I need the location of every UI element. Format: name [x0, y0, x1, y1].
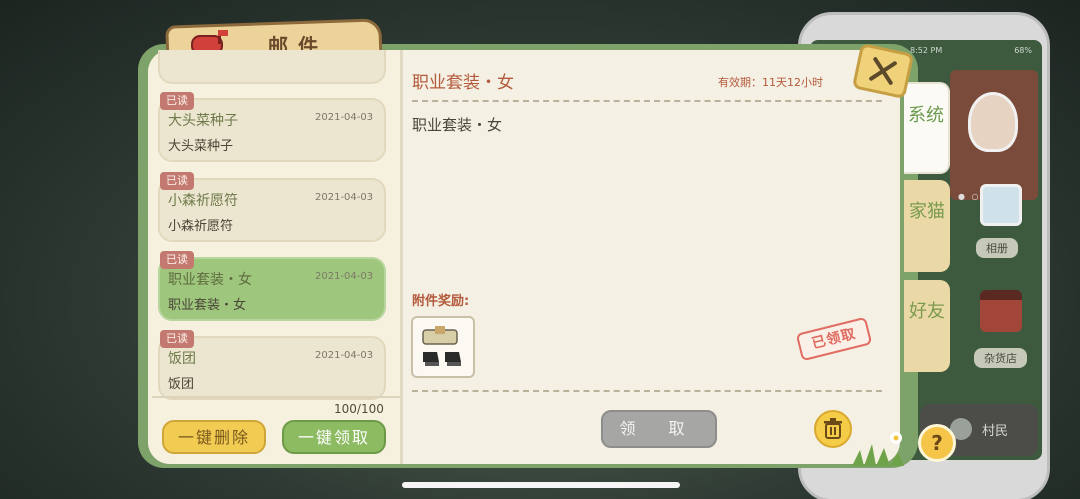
dashed-divider: [412, 390, 882, 392]
tab-friend[interactable]: 好友: [904, 280, 950, 372]
mail-item-selected[interactable]: 已读 职业套装・女 2021-04-03 职业套装・女: [158, 251, 386, 321]
read-badge: 已读: [160, 330, 194, 348]
tab-system[interactable]: 系统: [904, 82, 950, 174]
mail-item-body: 职业套装・女: [168, 298, 247, 313]
grass-flower-decoration: [852, 432, 904, 466]
trash-button[interactable]: [814, 410, 852, 448]
mail-item-body: 小森祈愿符: [168, 219, 234, 234]
mail-validity: 有效期：11天12小时: [718, 76, 823, 89]
claim-all-button[interactable]: 一键领取: [282, 420, 386, 454]
mail-item[interactable]: 已读 大头菜种子 2021-04-03 大头菜种子: [158, 92, 386, 162]
mail-heading: 职业套装・女: [412, 73, 514, 93]
trash-icon: [824, 418, 842, 439]
store-label: 杂货店: [974, 348, 1027, 368]
album-icon: [980, 184, 1022, 226]
phone-battery: 68%: [1014, 46, 1032, 55]
mail-item-title: 饭团: [168, 351, 196, 367]
list-divider: [152, 396, 400, 398]
dashed-divider: [412, 100, 882, 102]
close-icon: [869, 57, 897, 85]
tab-cat[interactable]: 家猫: [904, 180, 950, 272]
mail-item[interactable]: 已读 小森祈愿符 2021-04-03 小森祈愿符: [158, 172, 386, 242]
portrait-face: [968, 92, 1018, 152]
list-item-partial[interactable]: [158, 50, 386, 84]
mail-count: 100/100: [334, 402, 384, 416]
album-label: 相册: [976, 238, 1018, 258]
close-button[interactable]: [851, 42, 915, 100]
mail-content: 职业套装・女: [412, 116, 503, 134]
store-icon: [980, 290, 1022, 332]
help-button[interactable]: ?: [918, 424, 956, 462]
delete-all-button[interactable]: 一键删除: [162, 420, 266, 454]
pane-divider: [400, 50, 403, 464]
mail-item-title: 职业套装・女: [168, 272, 252, 288]
claim-button[interactable]: 领 取: [601, 410, 717, 448]
attachment-item[interactable]: [411, 316, 475, 378]
read-badge: 已读: [160, 92, 194, 110]
mail-item-date: 2021-04-03: [315, 112, 374, 123]
attachments-label: 附件奖励:: [412, 294, 470, 309]
mail-item-body: 饭团: [168, 377, 195, 392]
mail-item-title: 大头菜种子: [168, 113, 238, 129]
phone-time: 8:52 PM: [910, 46, 943, 55]
mail-item-body: 大头菜种子: [168, 139, 234, 154]
mail-item-date: 2021-04-03: [315, 271, 374, 282]
shoes-and-outfit-icon: [422, 326, 461, 366]
mail-item-title: 小森祈愿符: [168, 193, 238, 209]
home-indicator: [402, 482, 680, 488]
mail-item-date: 2021-04-03: [315, 192, 374, 203]
villager-label: 村民: [982, 424, 1009, 439]
mail-item[interactable]: 已读 饭团 2021-04-03 饭团: [158, 330, 386, 400]
villager-portrait: [950, 70, 1038, 200]
read-badge: 已读: [160, 251, 194, 269]
read-badge: 已读: [160, 172, 194, 190]
mail-item-date: 2021-04-03: [315, 350, 374, 361]
